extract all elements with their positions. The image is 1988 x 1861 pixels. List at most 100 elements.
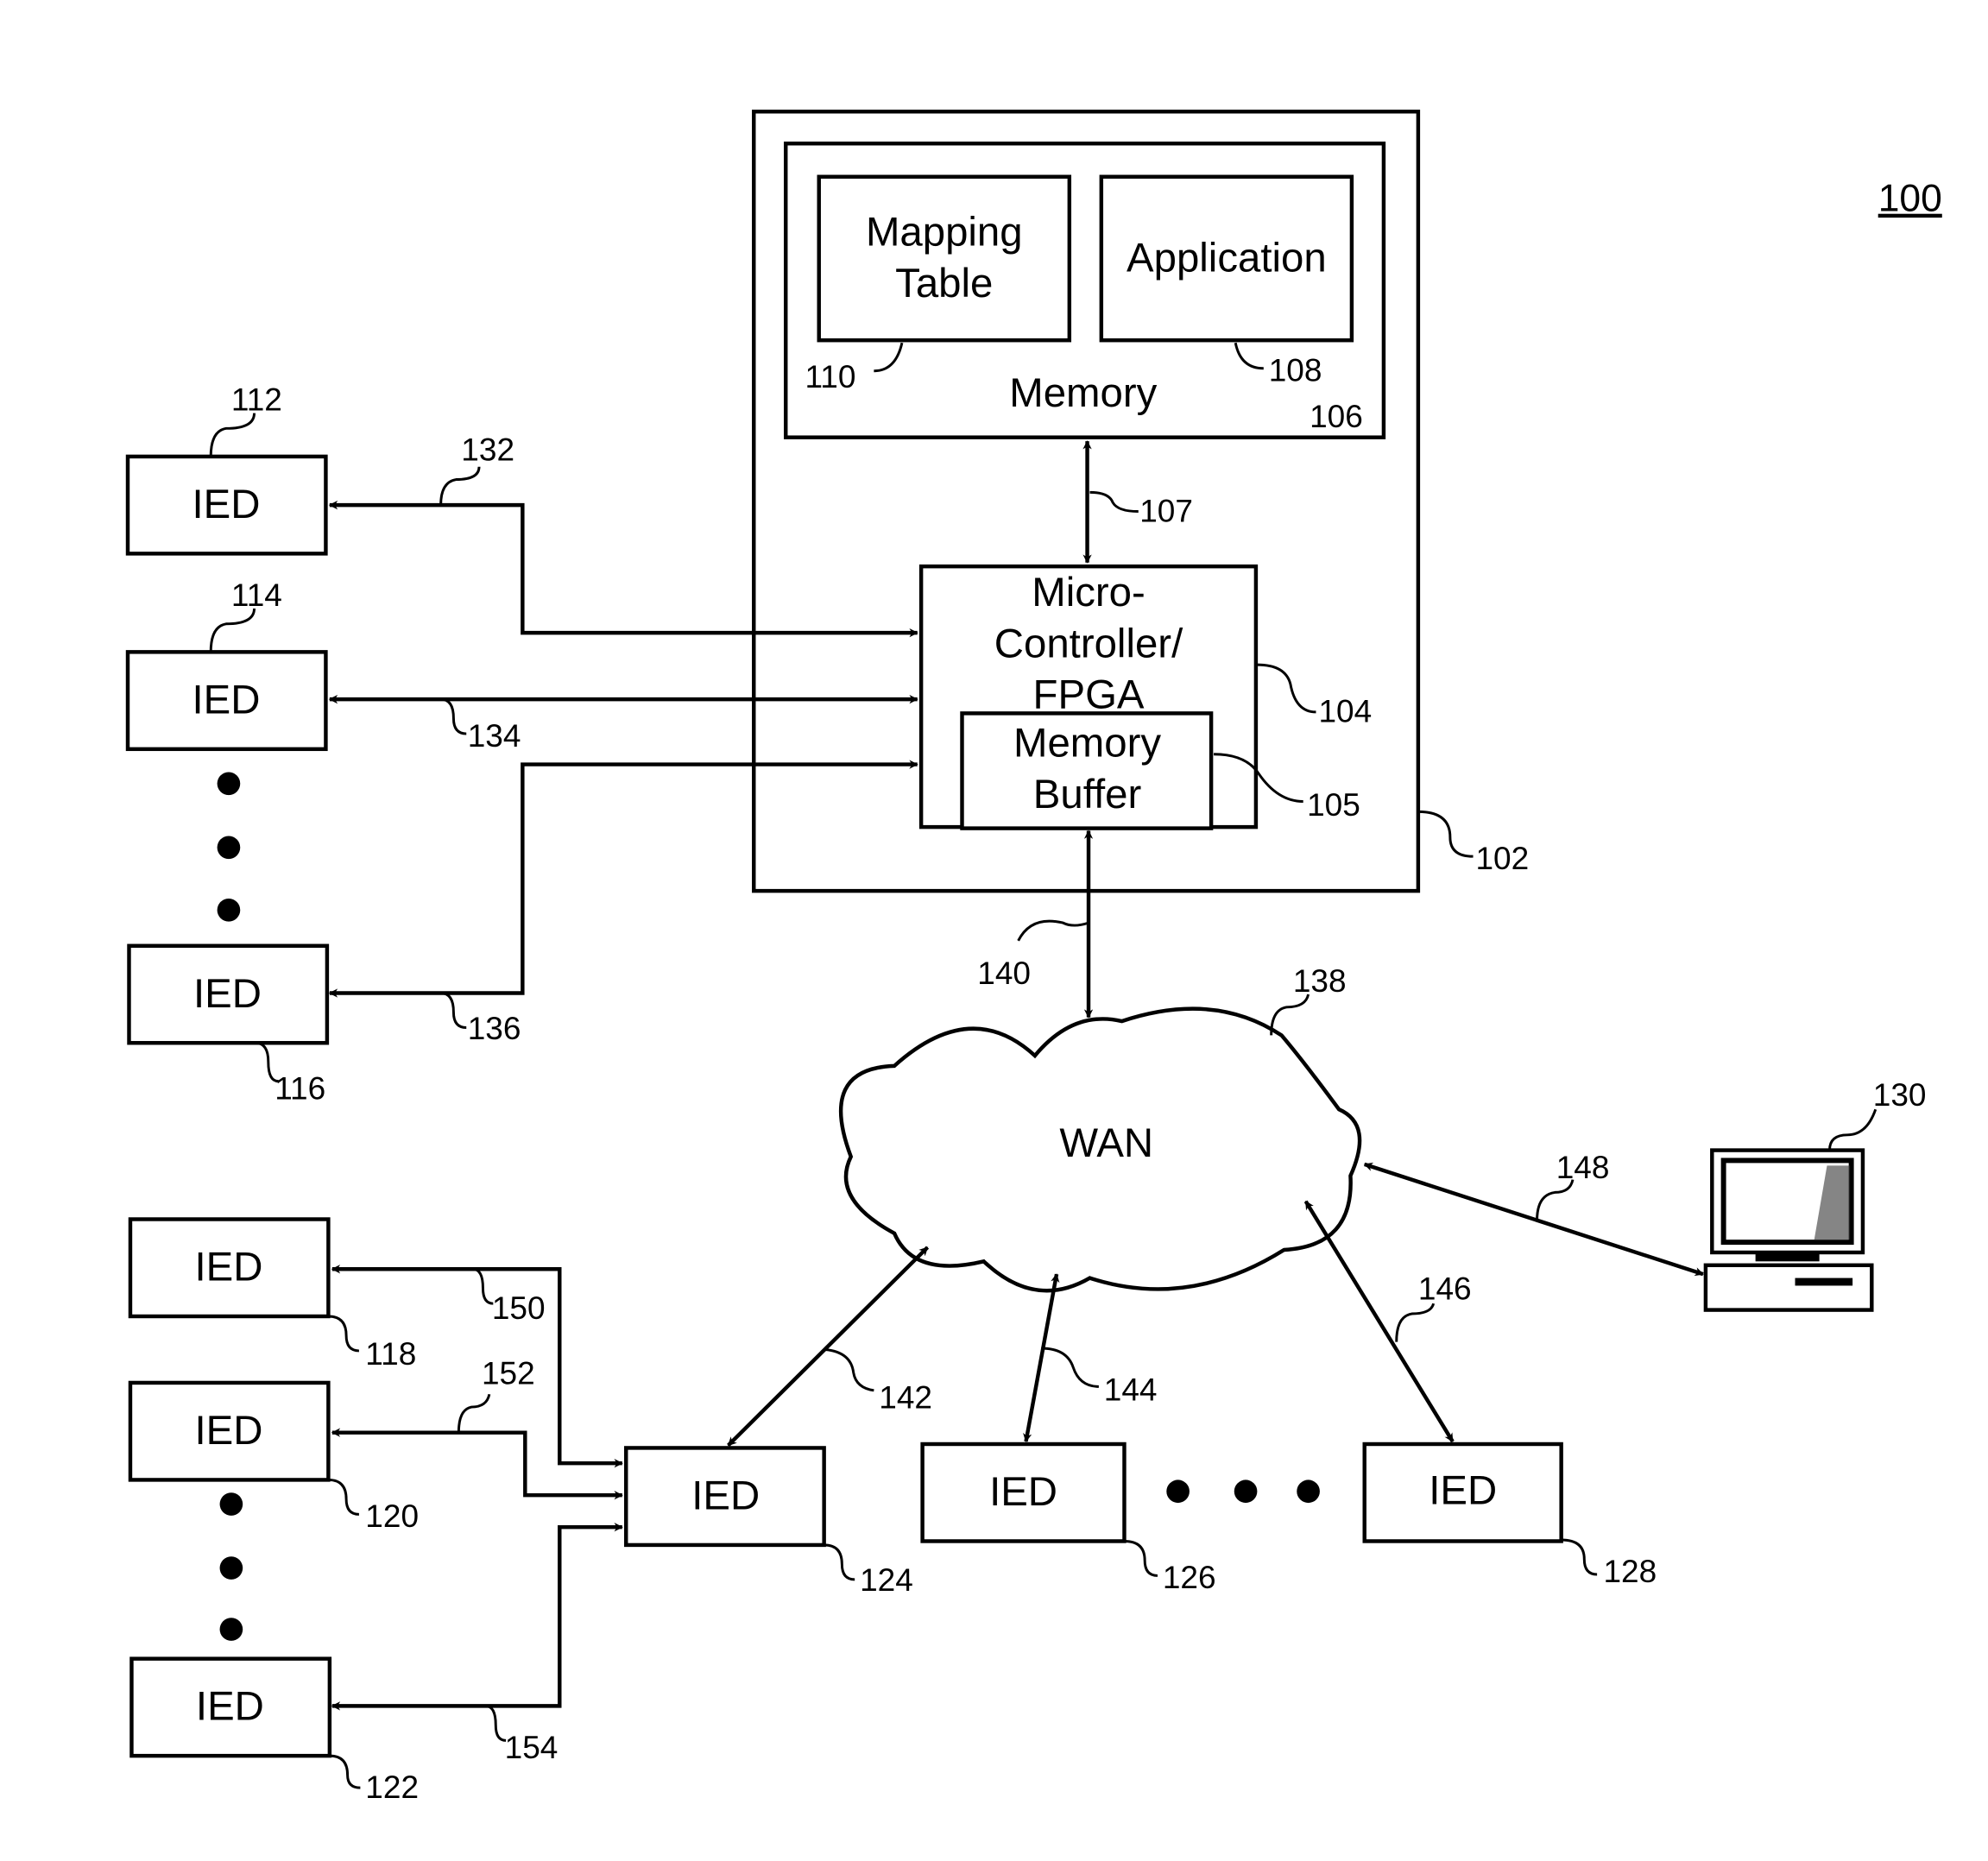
ied-112-label: IED	[192, 482, 260, 527]
ied-122[interactable]: IED	[129, 1656, 332, 1758]
leader-124	[824, 1543, 855, 1581]
ref-108: 108	[1269, 353, 1322, 388]
ref-116: 116	[275, 1070, 325, 1106]
ellipsis-dot	[217, 836, 241, 860]
computer-base-icon	[1703, 1263, 1874, 1312]
ellipsis-dot	[1297, 1479, 1320, 1504]
ref-134: 134	[468, 718, 521, 754]
memory-label: Memory	[1009, 370, 1157, 416]
leader-114	[209, 608, 256, 653]
ref-114: 114	[231, 577, 282, 613]
application-label: Application	[1127, 235, 1327, 281]
ref-102: 102	[1475, 841, 1529, 876]
ellipsis-dot	[219, 1492, 243, 1516]
ref-146: 146	[1418, 1271, 1472, 1307]
ied-120-label: IED	[194, 1408, 262, 1454]
system-diagram: 100 102 Memory 106 Mapping Table 110 App…	[125, 110, 1942, 1805]
computer-130[interactable]	[1703, 1148, 1874, 1312]
ied-114-label: IED	[192, 677, 260, 722]
ref-130: 130	[1873, 1077, 1927, 1113]
leader-128	[1561, 1538, 1598, 1576]
leader-130	[1827, 1108, 1878, 1151]
ref-144: 144	[1104, 1372, 1158, 1408]
leader-118	[328, 1315, 359, 1353]
ied-118-label: IED	[194, 1245, 262, 1290]
ied-112[interactable]: IED	[125, 454, 328, 556]
buffer-line1: Memory	[1013, 721, 1161, 766]
ref-148: 148	[1556, 1150, 1610, 1185]
leader-136	[440, 992, 467, 1029]
ref-128: 128	[1603, 1554, 1657, 1589]
ref-105: 105	[1307, 787, 1360, 823]
ref-142: 142	[879, 1380, 932, 1416]
leader-152	[457, 1393, 491, 1433]
ellipsis-dot	[1234, 1479, 1258, 1504]
leader-154	[485, 1704, 507, 1742]
ref-122: 122	[365, 1770, 419, 1805]
leader-102	[1417, 810, 1474, 858]
ref-140: 140	[977, 956, 1031, 991]
ied-114[interactable]: IED	[125, 650, 328, 752]
leader-148	[1536, 1179, 1575, 1221]
ref-110: 110	[805, 359, 855, 394]
ied-124-label: IED	[691, 1473, 760, 1518]
leader-144	[1041, 1347, 1099, 1388]
leader-120	[328, 1478, 359, 1516]
leader-122	[329, 1754, 361, 1789]
leader-140	[1017, 919, 1089, 942]
ied-128[interactable]: IED	[1362, 1441, 1563, 1543]
controller-line3: FPGA	[1033, 672, 1145, 717]
figure-number: 100	[1878, 178, 1942, 220]
leader-146	[1395, 1303, 1436, 1342]
ref-124: 124	[860, 1562, 913, 1598]
ref-152: 152	[482, 1355, 535, 1391]
leader-150	[472, 1267, 494, 1305]
ellipsis-dot	[219, 1618, 243, 1641]
link-144	[1023, 1273, 1060, 1443]
ied-116[interactable]: IED	[127, 943, 330, 1045]
ellipsis-dot	[1166, 1479, 1190, 1504]
ref-107: 107	[1139, 493, 1193, 528]
ref-112: 112	[231, 382, 282, 418]
ref-126: 126	[1163, 1560, 1216, 1595]
ref-106: 106	[1310, 399, 1363, 434]
leader-134	[440, 697, 467, 735]
ellipsis-dot	[217, 772, 241, 796]
link-146	[1303, 1200, 1455, 1443]
leader-132	[439, 466, 481, 506]
leader-126	[1124, 1539, 1158, 1577]
device-102: 102 Memory 106 Mapping Table 110 Applica…	[752, 110, 1529, 893]
mapping-table-line2: Table	[895, 261, 993, 306]
buffer-line2: Buffer	[1033, 772, 1142, 817]
ied-116-label: IED	[193, 971, 262, 1017]
leader-138	[1270, 994, 1310, 1036]
link-154	[331, 1523, 623, 1711]
ied-118[interactable]: IED	[128, 1217, 331, 1319]
ref-132: 132	[461, 432, 514, 467]
leader-142	[824, 1347, 874, 1392]
ref-150: 150	[492, 1290, 546, 1326]
mapping-table-line1: Mapping	[866, 210, 1023, 255]
leader-112	[209, 413, 256, 457]
ref-118: 118	[365, 1336, 416, 1372]
ref-154: 154	[505, 1730, 559, 1765]
ellipsis-dot	[219, 1556, 243, 1580]
ied-120[interactable]: IED	[128, 1380, 331, 1482]
ied-126-label: IED	[989, 1469, 1057, 1515]
ref-138: 138	[1293, 963, 1347, 999]
ied-126[interactable]: IED	[920, 1441, 1127, 1543]
link-142	[727, 1246, 930, 1448]
ellipsis-dot	[217, 898, 241, 922]
ref-120: 120	[365, 1498, 419, 1534]
controller-line2: Controller/	[994, 621, 1183, 666]
ied-124[interactable]: IED	[624, 1446, 826, 1548]
mapping-table-block[interactable]	[817, 174, 1072, 343]
link-148	[1363, 1162, 1704, 1277]
ref-136: 136	[468, 1011, 521, 1046]
ied-122-label: IED	[196, 1684, 264, 1730]
ref-104: 104	[1318, 694, 1372, 729]
controller-line1: Micro-	[1032, 570, 1145, 615]
wan-label: WAN	[1059, 1120, 1153, 1166]
wan-cloud[interactable]: WAN	[838, 1006, 1362, 1293]
ied-128-label: IED	[1429, 1468, 1497, 1514]
